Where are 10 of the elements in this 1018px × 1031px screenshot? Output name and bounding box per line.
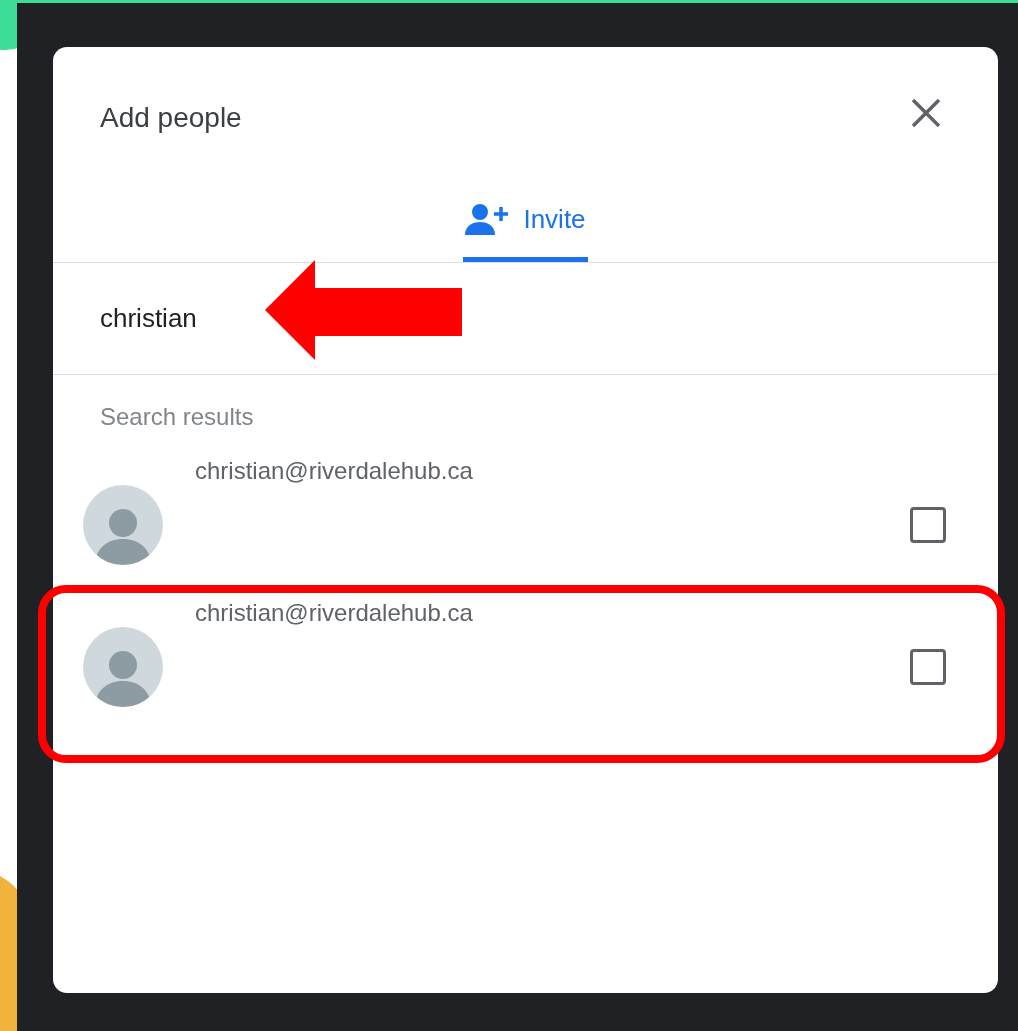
email-text: christian@riverdalehub.ca: [195, 598, 474, 628]
invite-tab[interactable]: Invite: [463, 181, 588, 262]
search-results-heading: Search results: [99, 402, 255, 432]
dialog-title: Add people: [100, 101, 242, 135]
checkbox[interactable]: [910, 649, 946, 685]
email-text: christian@riverdalehub.ca: [195, 456, 474, 486]
checkbox[interactable]: [910, 507, 946, 543]
add-person-icon: [465, 203, 510, 235]
close-icon: [911, 98, 941, 128]
search-field[interactable]: christian: [100, 299, 951, 338]
